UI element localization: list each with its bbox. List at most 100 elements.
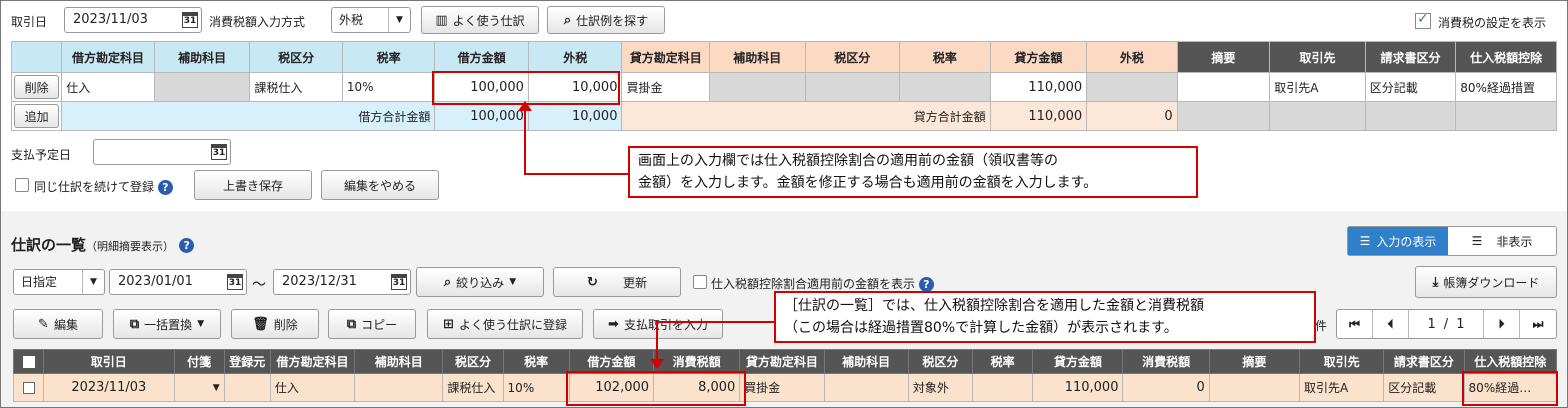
- count-suffix: 件: [1315, 319, 1328, 333]
- credit-tax-class-cell: [804, 72, 901, 102]
- callout-list-note: ［仕訳の一覧］では、仕入税額控除割合を適用した金額と消費税額 （この場合は経過措…: [774, 291, 1316, 343]
- header-credit-amount: 貸方金額: [1032, 349, 1124, 374]
- list-icon: ☰: [1359, 234, 1371, 248]
- header-credit-tax: 消費税額: [1122, 349, 1210, 374]
- search-icon: ⌕: [443, 274, 452, 290]
- header-date: 取引日: [43, 349, 175, 374]
- help-icon[interactable]: ?: [179, 238, 195, 253]
- check-icon: ✓: [1417, 11, 1429, 27]
- pre-amount-label: 仕入税額控除割合適用前の金額を表示 ?: [711, 275, 934, 292]
- bulk-replace-button[interactable]: ⧉ 一括置換 ▼: [113, 309, 221, 339]
- refresh-icon: ↻: [587, 274, 598, 290]
- debit-account-cell[interactable]: 仕入: [61, 72, 155, 102]
- chevron-down-icon: ▼: [82, 270, 104, 294]
- find-example-button[interactable]: ⌕ 仕訳例を探す: [547, 6, 665, 34]
- debit-sub-cell: [153, 72, 251, 102]
- row-checkbox[interactable]: [12, 373, 45, 402]
- header-debit-tax-class: 税区分: [442, 349, 504, 374]
- row-credit-rate: [972, 373, 1034, 402]
- list-header-row: 取引日 付箋 登録元 借方勘定科目 補助科目 税区分 税率 借方金額 消費税額 …: [12, 349, 1558, 374]
- from-date-input[interactable]: 2023/01/01 31: [109, 269, 247, 295]
- debit-rate-cell[interactable]: 10%: [341, 72, 436, 102]
- header-credit-tax-class: 税区分: [907, 349, 974, 374]
- header-debit-amount: 借方金額: [568, 349, 655, 374]
- journal-entry-screen: 取引日 2023/11/03 31 消費税額入力方式 外税 ▼ ▥ よく使う仕訳 …: [0, 0, 1568, 408]
- trash-icon: 🗑: [252, 316, 269, 332]
- header-credit-rate: 税率: [972, 349, 1034, 374]
- calendar-icon[interactable]: 31: [182, 12, 198, 28]
- payment-entry-button[interactable]: ➡ 支払取引を入力: [593, 309, 723, 339]
- to-date-input[interactable]: 2023/12/31 31: [273, 269, 411, 295]
- search-icon: ⌕: [563, 12, 572, 28]
- download-button[interactable]: ⤓ 帳簿ダウンロード: [1415, 266, 1557, 298]
- highlight-list-deduction: [1462, 371, 1558, 406]
- date-mode-select[interactable]: 日指定 ▼: [13, 269, 105, 295]
- callout1-line-horizontal: [524, 173, 628, 175]
- total-blank-2: [1269, 101, 1366, 131]
- table-row[interactable]: 2023/11/03 ▼ 仕入 課税仕入 10% 102,000 8,000 買…: [12, 373, 1558, 402]
- deduction-cell[interactable]: 80%経過措置: [1455, 72, 1557, 102]
- header-select-all[interactable]: [12, 349, 45, 374]
- highlight-list-amounts: [566, 371, 746, 406]
- cancel-edit-button[interactable]: 編集をやめる: [321, 170, 439, 200]
- partner-cell[interactable]: 取引先A: [1269, 72, 1366, 102]
- help-icon[interactable]: ?: [918, 277, 934, 292]
- current-page[interactable]: 1: [1428, 317, 1436, 332]
- overwrite-save-button[interactable]: 上書き保存: [194, 170, 312, 200]
- credit-sub-cell: [708, 72, 806, 102]
- header-memo: 摘要: [1176, 41, 1271, 73]
- header-debit-rate: 税率: [341, 41, 436, 73]
- show-input-button[interactable]: ☰ 入力の表示: [1348, 227, 1448, 255]
- hide-button[interactable]: ☰ 非表示: [1448, 227, 1556, 255]
- callout1-line2: 金額）を入力します。金額を修正する場合も適用前の金額を入力します。: [638, 175, 1098, 191]
- credit-amount-cell[interactable]: 110,000: [989, 72, 1088, 102]
- header-credit-account: 貸方勘定科目: [621, 41, 710, 73]
- refresh-button[interactable]: ↻ 更新: [553, 267, 681, 297]
- calendar-icon[interactable]: 31: [391, 274, 407, 290]
- add-row-button[interactable]: 追加: [14, 104, 60, 128]
- list-icon: ☰: [1471, 234, 1483, 248]
- copy-icon: ⧉: [346, 316, 357, 332]
- header-credit-rate: 税率: [899, 41, 991, 73]
- pagination: ⏮ ⏴ 1/1 ⏵ ⏭: [1336, 309, 1557, 339]
- delete-row-button[interactable]: 削除: [14, 75, 60, 99]
- prev-page-icon[interactable]: ⏴: [1373, 310, 1409, 338]
- debit-ext-total-value: 10,000: [527, 101, 623, 131]
- continue-checkbox[interactable]: [15, 178, 29, 192]
- memo-cell[interactable]: [1176, 72, 1271, 102]
- row-date: 2023/11/03: [43, 373, 175, 402]
- pre-amount-checkbox[interactable]: [693, 275, 707, 289]
- header-debit-sub: 補助科目: [153, 41, 251, 73]
- row-tag[interactable]: ▼: [173, 373, 225, 402]
- total-blank-3: [1364, 101, 1457, 131]
- date-input[interactable]: 2023/11/03 31: [64, 7, 202, 33]
- first-page-icon[interactable]: ⏮: [1337, 310, 1373, 338]
- header-source: 登録元: [223, 349, 271, 374]
- filter-button[interactable]: ⌕ 絞り込み ▼: [416, 267, 544, 297]
- register-favorite-button[interactable]: ⊞ よく使う仕訳に登録: [427, 309, 583, 339]
- favorite-entry-button[interactable]: ▥ よく使う仕訳: [421, 6, 539, 34]
- header-invoice-class: 請求書区分: [1364, 41, 1457, 73]
- entry-table: 借方勘定科目 補助科目 税区分 税率 借方金額 外税 貸方勘定科目 補助科目 税…: [10, 41, 1557, 131]
- copy-button[interactable]: ⧉ コピー: [328, 309, 416, 339]
- tax-input-select[interactable]: 外税 ▼: [331, 7, 411, 33]
- help-icon[interactable]: ?: [157, 180, 173, 195]
- callout2-line-horizontal: [656, 321, 774, 323]
- row-credit-tax: 0: [1122, 373, 1210, 402]
- invoice-class-cell[interactable]: 区分記載: [1364, 72, 1457, 102]
- header-debit-account: 借方勘定科目: [61, 41, 155, 73]
- last-page-icon[interactable]: ⏭: [1520, 310, 1556, 338]
- calendar-icon[interactable]: 31: [227, 274, 243, 290]
- header-deduction: 仕入税額控除: [1455, 41, 1557, 73]
- payment-date-input[interactable]: 31: [93, 139, 231, 165]
- row-partner: 取引先A: [1299, 373, 1385, 402]
- next-page-icon[interactable]: ⏵: [1484, 310, 1520, 338]
- edit-button[interactable]: ✎ 編集: [13, 309, 103, 339]
- credit-account-cell[interactable]: 買掛金: [621, 72, 710, 102]
- date-label: 取引日: [11, 15, 48, 29]
- calendar-icon[interactable]: 31: [211, 144, 227, 160]
- show-tax-checkbox[interactable]: ✓: [1415, 11, 1431, 29]
- debit-tax-class-cell[interactable]: 課税仕入: [249, 72, 343, 102]
- entry-row: 削除 仕入 課税仕入 10% 100,000 10,000 買掛金 110,00…: [10, 72, 1557, 102]
- delete-button[interactable]: 🗑 削除: [231, 309, 319, 339]
